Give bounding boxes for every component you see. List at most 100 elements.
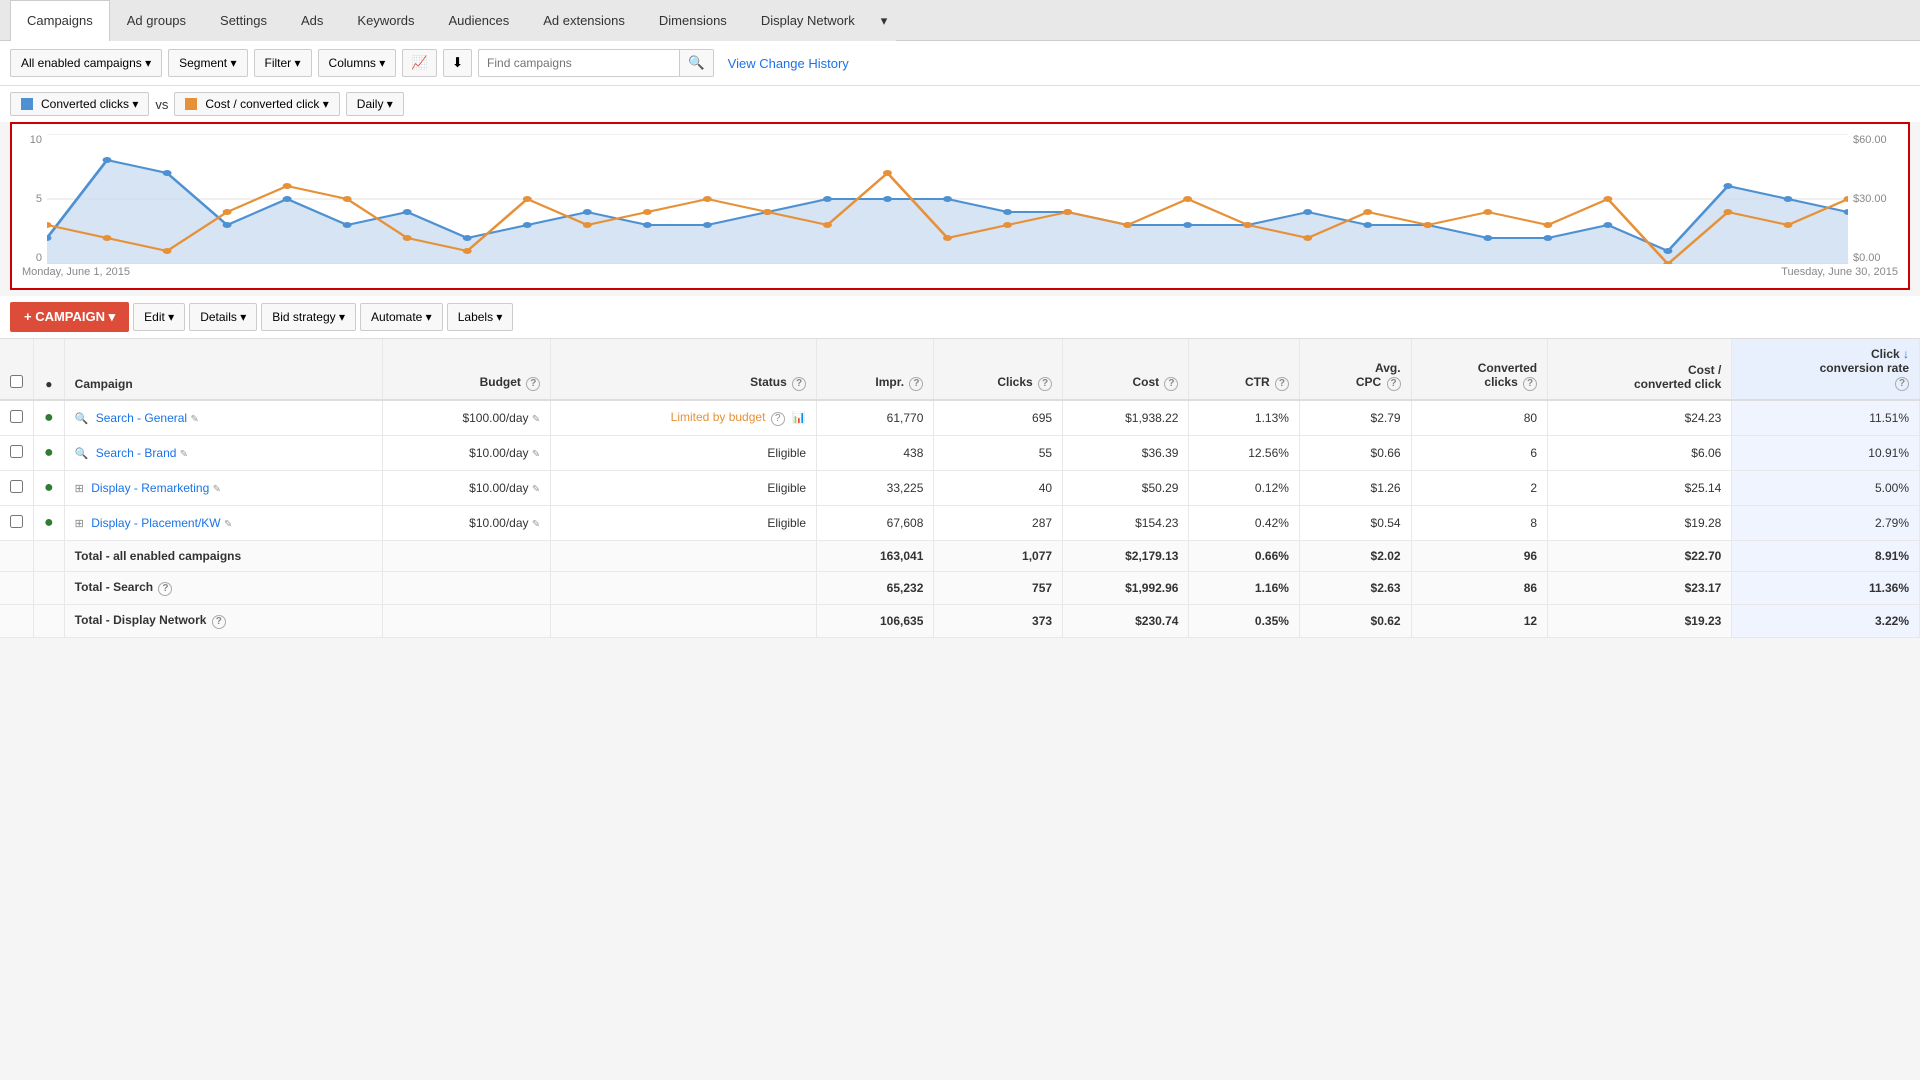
row-impr: 67,608 — [817, 506, 934, 541]
tab-ad-groups[interactable]: Ad groups — [110, 0, 203, 41]
header-campaign[interactable]: Campaign — [64, 339, 383, 400]
segment-dropdown[interactable]: Segment ▾ — [168, 49, 247, 77]
filter-dropdown[interactable]: Filter ▾ — [254, 49, 312, 77]
header-budget[interactable]: Budget ? — [383, 339, 551, 400]
row-checkbox[interactable] — [0, 436, 34, 471]
status-help-icon[interactable]: ? — [792, 377, 806, 391]
total-help-icon[interactable]: ? — [212, 615, 226, 629]
metric2-color-dot — [185, 98, 197, 110]
total-help-icon[interactable]: ? — [158, 582, 172, 596]
total-label: Total - Search ? — [64, 572, 383, 605]
header-avg-cpc[interactable]: Avg.CPC ? — [1299, 339, 1411, 400]
metric2-label: Cost / converted click ▾ — [205, 97, 328, 111]
tab-more[interactable]: ▾ — [872, 0, 897, 41]
metric1-dropdown[interactable]: Converted clicks ▾ — [10, 92, 149, 116]
limited-help-icon[interactable]: ? — [771, 412, 785, 426]
status-indicator: ● — [44, 444, 54, 461]
budget-edit-icon[interactable]: ✎ — [532, 519, 540, 530]
header-cost-converted[interactable]: Cost /converted click — [1548, 339, 1732, 400]
row-select-checkbox[interactable] — [10, 480, 23, 493]
details-dropdown[interactable]: Details ▾ — [189, 303, 257, 331]
total-avg-cpc: $2.63 — [1299, 572, 1411, 605]
tab-ad-extensions[interactable]: Ad extensions — [526, 0, 642, 41]
chart-area[interactable] — [47, 134, 1848, 264]
period-dropdown[interactable]: Daily ▾ — [346, 92, 404, 116]
header-cost[interactable]: Cost ? — [1063, 339, 1189, 400]
row-select-checkbox[interactable] — [10, 445, 23, 458]
total-ctr: 0.66% — [1189, 541, 1299, 572]
edit-dropdown[interactable]: Edit ▾ — [133, 303, 185, 331]
tab-campaigns[interactable]: Campaigns — [10, 0, 110, 41]
budget-help-icon[interactable]: ? — [526, 377, 540, 391]
row-status-dot: ● — [34, 471, 65, 506]
add-campaign-button[interactable]: + CAMPAIGN ▾ — [10, 302, 129, 332]
labels-dropdown[interactable]: Labels ▾ — [447, 303, 514, 331]
total-cost: $230.74 — [1063, 605, 1189, 638]
metric2-dropdown[interactable]: Cost / converted click ▾ — [174, 92, 339, 116]
campaign-link[interactable]: Display - Placement/KW — [91, 516, 220, 530]
header-impr[interactable]: Impr. ? — [817, 339, 934, 400]
view-history-link[interactable]: View Change History — [728, 56, 849, 71]
edit-icon[interactable]: ✎ — [224, 519, 232, 530]
header-ctr[interactable]: CTR ? — [1189, 339, 1299, 400]
budget-edit-icon[interactable]: ✎ — [532, 484, 540, 495]
clicks-help-icon[interactable]: ? — [1038, 377, 1052, 391]
status-chart-icon[interactable]: 📊 — [792, 411, 806, 425]
row-cost: $36.39 — [1063, 436, 1189, 471]
tab-display-network[interactable]: Display Network — [744, 0, 872, 41]
row-status-dot: ● — [34, 400, 65, 436]
total-converted-clicks: 96 — [1411, 541, 1548, 572]
row-checkbox[interactable] — [0, 471, 34, 506]
converted-clicks-help-icon[interactable]: ? — [1523, 377, 1537, 391]
tab-settings[interactable]: Settings — [203, 0, 284, 41]
total-click-conversion-rate: 11.36% — [1732, 572, 1920, 605]
select-all-checkbox[interactable] — [10, 375, 23, 388]
tab-ads[interactable]: Ads — [284, 0, 340, 41]
total-clicks: 373 — [934, 605, 1063, 638]
campaign-type-icon: ⊞ — [75, 483, 84, 495]
ctr-help-icon[interactable]: ? — [1275, 377, 1289, 391]
row-checkbox[interactable] — [0, 506, 34, 541]
avg-cpc-help-icon[interactable]: ? — [1387, 377, 1401, 391]
row-campaign-name: 🔍 Search - General ✎ — [64, 400, 383, 436]
row-select-checkbox[interactable] — [10, 515, 23, 528]
download-button[interactable]: ⬇ — [443, 49, 472, 77]
row-click-conversion-rate: 5.00% — [1732, 471, 1920, 506]
row-checkbox[interactable] — [0, 400, 34, 436]
campaign-link[interactable]: Search - General — [96, 411, 187, 425]
impr-help-icon[interactable]: ? — [909, 377, 923, 391]
header-click-conversion-rate[interactable]: Click ↓conversion rate? — [1732, 339, 1920, 400]
search-button[interactable]: 🔍 — [679, 50, 713, 76]
tab-dimensions[interactable]: Dimensions — [642, 0, 744, 41]
header-clicks[interactable]: Clicks ? — [934, 339, 1063, 400]
header-status[interactable]: Status ? — [551, 339, 817, 400]
columns-dropdown[interactable]: Columns ▾ — [318, 49, 397, 77]
chart-view-button[interactable]: 📈 — [402, 49, 437, 77]
search-input[interactable] — [479, 51, 679, 75]
row-cost-converted: $6.06 — [1548, 436, 1732, 471]
campaign-link[interactable]: Display - Remarketing — [91, 481, 209, 495]
tab-keywords[interactable]: Keywords — [340, 0, 431, 41]
table-row: ● ⊞ Display - Placement/KW ✎ $10.00/day … — [0, 506, 1920, 541]
tab-audiences[interactable]: Audiences — [432, 0, 527, 41]
budget-edit-icon[interactable]: ✎ — [532, 414, 540, 425]
all-campaigns-dropdown[interactable]: All enabled campaigns ▾ — [10, 49, 162, 77]
y-axis-left: 10 5 0 — [22, 134, 47, 264]
edit-icon[interactable]: ✎ — [190, 414, 198, 425]
row-ctr: 0.12% — [1189, 471, 1299, 506]
row-cost: $1,938.22 — [1063, 400, 1189, 436]
total-impr: 163,041 — [817, 541, 934, 572]
campaign-link[interactable]: Search - Brand — [96, 446, 177, 460]
toolbar: All enabled campaigns ▾ Segment ▾ Filter… — [0, 41, 1920, 86]
cost-help-icon[interactable]: ? — [1164, 377, 1178, 391]
edit-icon[interactable]: ✎ — [213, 484, 221, 495]
row-impr: 33,225 — [817, 471, 934, 506]
row-select-checkbox[interactable] — [10, 410, 23, 423]
header-checkbox[interactable] — [0, 339, 34, 400]
header-converted-clicks[interactable]: Convertedclicks ? — [1411, 339, 1548, 400]
ccr-help-icon[interactable]: ? — [1895, 377, 1909, 391]
automate-dropdown[interactable]: Automate ▾ — [360, 303, 443, 331]
edit-icon[interactable]: ✎ — [180, 449, 188, 460]
budget-edit-icon[interactable]: ✎ — [532, 449, 540, 460]
bid-strategy-dropdown[interactable]: Bid strategy ▾ — [261, 303, 356, 331]
